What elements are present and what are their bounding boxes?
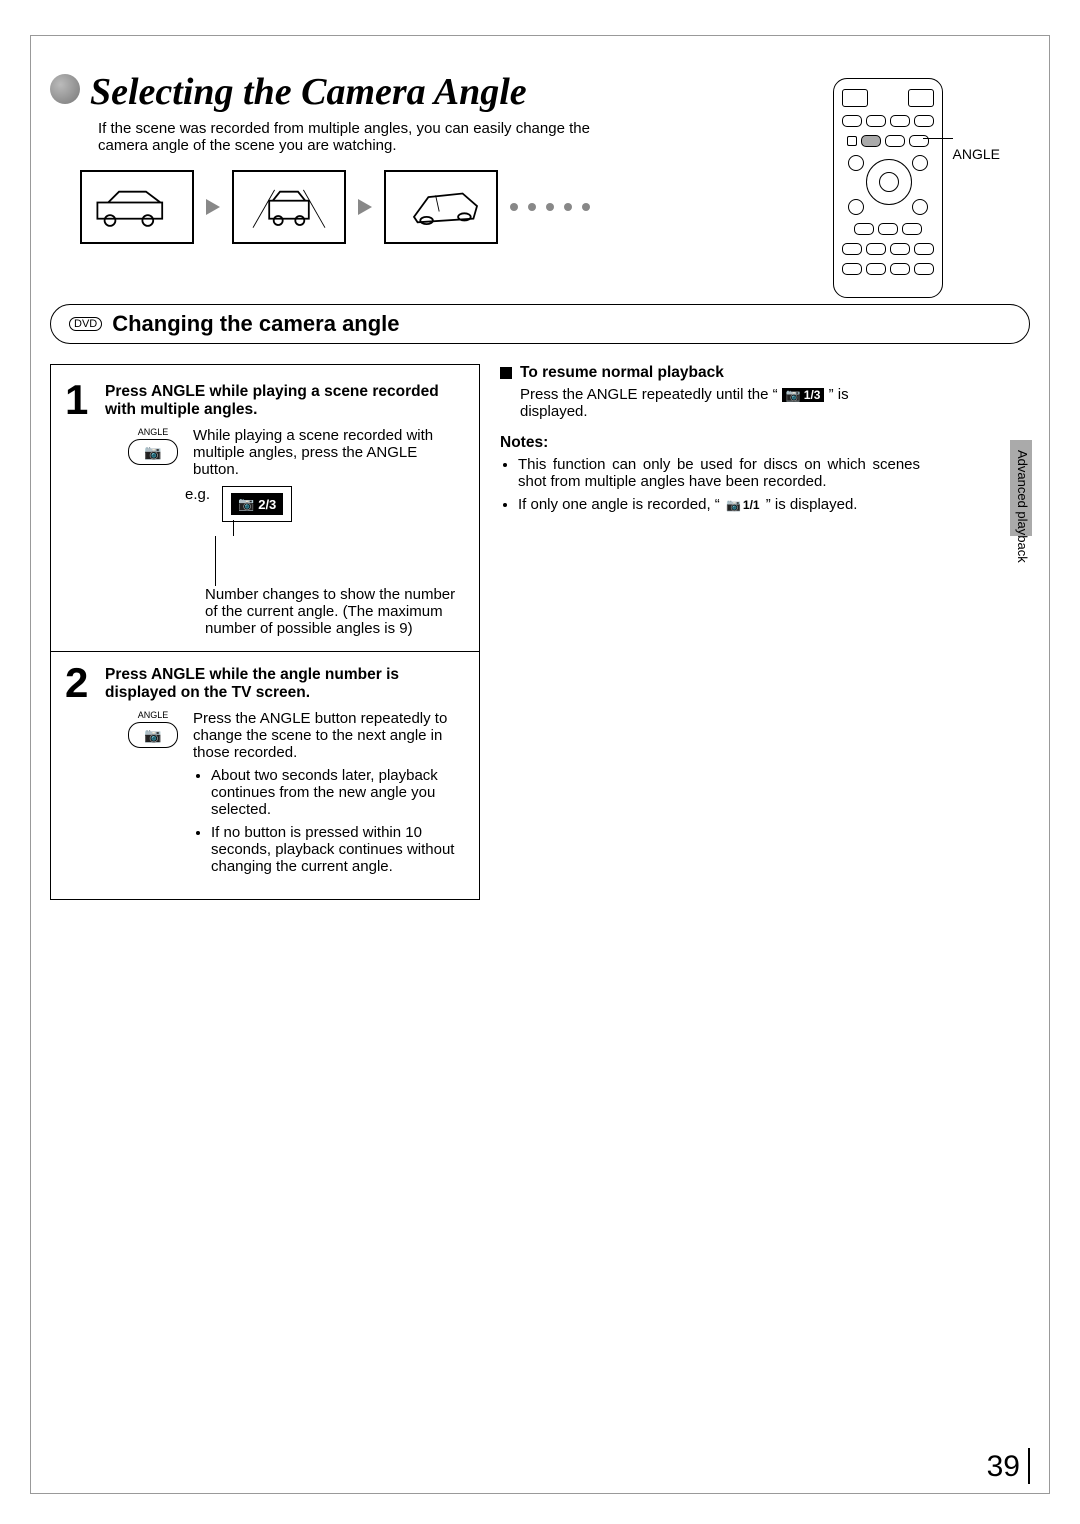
remote-control-icon: [833, 78, 943, 298]
section-tab-label: Advanced playback: [1015, 450, 1030, 563]
callout-line: [923, 138, 953, 139]
remote-angle-label: ANGLE: [953, 146, 1000, 162]
page-number-bar: [1028, 1448, 1030, 1484]
page-number: 39: [987, 1450, 1020, 1484]
